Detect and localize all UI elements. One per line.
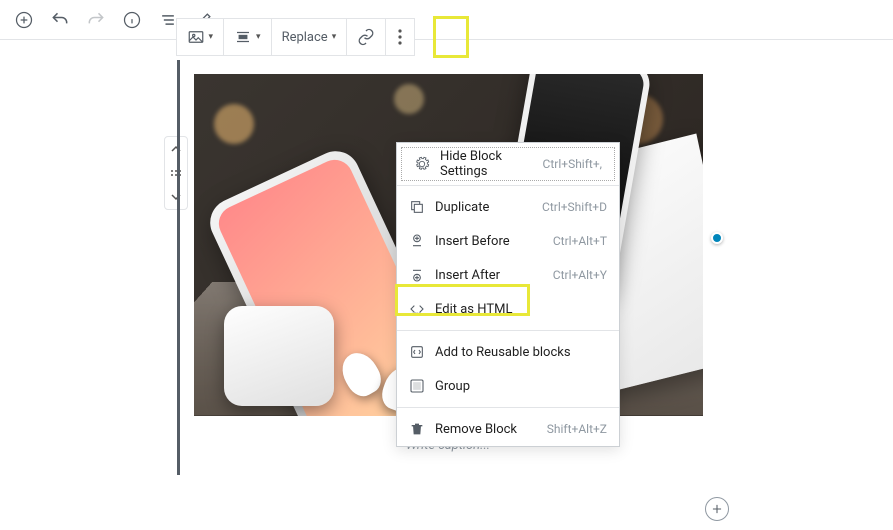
reusable-icon [409,344,425,360]
more-options-button[interactable] [386,19,414,55]
image-icon [187,28,205,46]
menu-label: Duplicate [435,200,532,215]
menu-shortcut: Ctrl+Alt+T [553,234,607,248]
block-toolbar: ▾ ▾ Replace ▾ [176,18,416,56]
align-icon [234,28,252,46]
gear-icon [414,156,430,172]
replace-button[interactable]: Replace ▾ [272,19,347,55]
menu-label: Insert Before [435,234,543,249]
trash-icon [409,421,425,437]
menu-label: Add to Reusable blocks [435,345,607,360]
redo-icon [86,10,106,30]
plus-circle-icon [14,10,34,30]
menu-label: Remove Block [435,422,537,437]
block-options-menu: Hide Block Settings Ctrl+Shift+, Duplica… [396,142,620,447]
menu-label: Hide Block Settings [440,149,533,179]
menu-shortcut: Ctrl+Shift+D [542,200,607,214]
insert-after-icon [409,267,425,283]
plus-icon [710,502,724,516]
menu-shortcut: Ctrl+Alt+Y [553,268,607,282]
resize-handle-right[interactable] [711,232,723,244]
add-block-below-button[interactable] [705,497,729,521]
menu-label: Edit as HTML [435,302,607,317]
menu-duplicate[interactable]: Duplicate Ctrl+Shift+D [397,190,619,224]
undo-icon [50,10,70,30]
caret-icon: ▾ [332,32,337,42]
align-button[interactable]: ▾ [224,19,271,55]
menu-shortcut: Ctrl+Shift+, [543,157,602,171]
menu-label: Group [435,379,607,394]
html-icon: HTML [409,301,425,317]
link-button[interactable] [347,19,385,55]
menu-group[interactable]: Group [397,369,619,403]
insert-before-icon [409,233,425,249]
menu-insert-before[interactable]: Insert Before Ctrl+Alt+T [397,224,619,258]
caret-icon: ▾ [256,32,261,42]
info-button[interactable] [116,4,148,36]
editor-top-toolbar [0,0,893,40]
menu-hide-block-settings[interactable]: Hide Block Settings Ctrl+Shift+, [401,147,615,181]
menu-separator [397,407,619,408]
menu-shortcut: Shift+Alt+Z [547,422,607,436]
menu-insert-after[interactable]: Insert After Ctrl+Alt+Y [397,258,619,292]
menu-separator [397,330,619,331]
link-icon [357,28,375,46]
replace-label: Replace [282,30,328,45]
svg-text:HTML: HTML [412,312,421,316]
menu-label: Insert After [435,268,543,283]
menu-remove-block[interactable]: Remove Block Shift+Alt+Z [397,412,619,446]
info-icon [122,10,142,30]
group-icon [409,378,425,394]
menu-add-reusable[interactable]: Add to Reusable blocks [397,335,619,369]
add-block-button[interactable] [8,4,40,36]
undo-button[interactable] [44,4,76,36]
duplicate-icon [409,199,425,215]
menu-edit-as-html[interactable]: HTML Edit as HTML [397,292,619,326]
menu-separator [397,185,619,186]
kebab-icon [398,28,402,46]
block-type-button[interactable]: ▾ [177,19,224,55]
redo-button [80,4,112,36]
editor-canvas: ▾ ▾ Replace ▾ [0,40,893,515]
caret-icon: ▾ [209,32,214,42]
